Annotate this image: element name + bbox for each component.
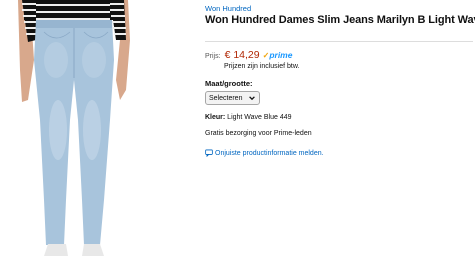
color-value: Light Wave Blue 449 bbox=[227, 114, 292, 121]
price-row: Prijs: € 14,29 ✓ prime bbox=[205, 49, 292, 61]
price-value: € 14,29 bbox=[224, 49, 260, 61]
jeans bbox=[34, 20, 114, 245]
product-title: Won Hundred Dames Slim Jeans Marilyn B L… bbox=[205, 14, 475, 26]
divider bbox=[205, 41, 473, 42]
price-label: Prijs: bbox=[205, 53, 221, 60]
report-info-link[interactable]: Onjuiste productinformatie melden. bbox=[205, 149, 324, 157]
product-image[interactable] bbox=[0, 0, 190, 256]
jeans-model-photo bbox=[18, 0, 130, 256]
size-dropdown[interactable]: Selecteren bbox=[205, 91, 260, 105]
prime-badge[interactable]: prime bbox=[269, 50, 292, 60]
size-label: Maat/grootte: bbox=[205, 79, 253, 88]
chevron-down-icon bbox=[249, 96, 255, 101]
speech-bubble-icon bbox=[205, 149, 213, 157]
right-shoe bbox=[82, 244, 104, 256]
size-dropdown-value: Selecteren bbox=[209, 94, 243, 102]
color-label: Kleur: bbox=[205, 114, 228, 121]
color-row: Kleur: Light Wave Blue 449 bbox=[205, 114, 292, 121]
report-info-label: Onjuiste productinformatie melden. bbox=[215, 149, 324, 157]
left-shoe bbox=[44, 244, 68, 256]
shipping-note: Gratis bezorging voor Prime-leden bbox=[205, 130, 312, 137]
brand-link[interactable]: Won Hundred bbox=[205, 4, 251, 13]
vat-note: Prijzen zijn inclusief btw. bbox=[224, 63, 300, 70]
